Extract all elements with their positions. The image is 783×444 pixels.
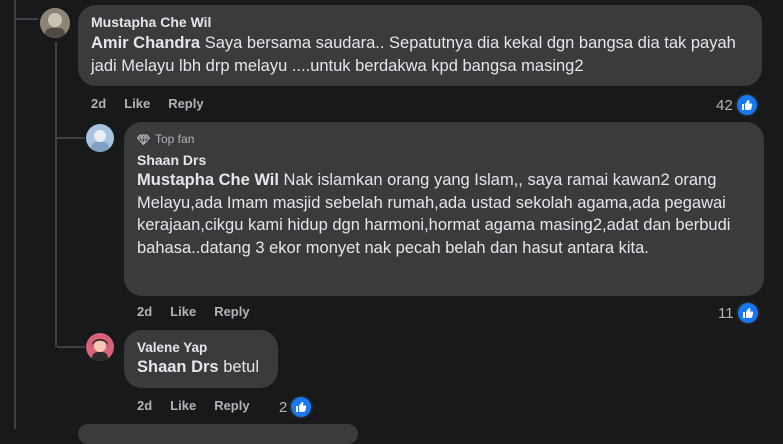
comment-text: Mustapha Che Wil Nak islamkan orang yang… — [137, 169, 751, 259]
mention-link[interactable]: Shaan Drs — [137, 358, 219, 376]
avatar-valene[interactable] — [86, 333, 114, 361]
like-icon — [734, 93, 759, 117]
reaction-count: 2 — [279, 398, 288, 416]
reaction-summary[interactable]: 42 — [716, 93, 759, 117]
comment-actions: 2d Like Reply — [91, 96, 222, 111]
top-fan-badge: Top fan — [137, 132, 751, 146]
reaction-count: 42 — [716, 96, 733, 114]
comment-actions: 2d Like Reply — [137, 304, 268, 319]
thread-connector-reply1 — [57, 137, 85, 139]
reply-button[interactable]: Reply — [168, 96, 203, 111]
mention-link[interactable]: Amir Chandra — [91, 34, 200, 52]
like-button[interactable]: Like — [170, 304, 196, 319]
reply-bubble: Valene Yap Shaan Drs betul — [124, 330, 278, 388]
timestamp[interactable]: 2d — [91, 96, 106, 111]
comment-text: Shaan Drs betul — [137, 356, 265, 379]
comment-author[interactable]: Shaan Drs — [137, 152, 751, 168]
comment-text: Amir Chandra Saya bersama saudara.. Sepa… — [91, 32, 749, 77]
like-icon — [735, 301, 760, 325]
reply-button[interactable]: Reply — [214, 398, 249, 413]
reaction-count: 11 — [718, 304, 734, 322]
thread-connector-reply2 — [57, 346, 85, 348]
mention-link[interactable]: Mustapha Che Wil — [137, 171, 279, 189]
thread-connector-first — [16, 18, 38, 20]
timestamp[interactable]: 2d — [137, 398, 152, 413]
thread-line-root — [14, 0, 16, 429]
comment-body: betul — [218, 358, 259, 376]
comment-author[interactable]: Mustapha Che Wil — [91, 14, 749, 30]
reply-button[interactable]: Reply — [214, 304, 249, 319]
reply-bubble: Top fan Shaan Drs Mustapha Che Wil Nak i… — [124, 122, 764, 296]
thread-line-replies — [55, 42, 57, 347]
comment-actions: 2d Like Reply — [137, 398, 268, 413]
timestamp[interactable]: 2d — [137, 304, 152, 319]
like-icon — [289, 395, 314, 419]
thread-connector-top — [14, 0, 16, 20]
avatar-mustapha[interactable] — [40, 8, 70, 38]
like-button[interactable]: Like — [124, 96, 150, 111]
avatar-shaan[interactable] — [86, 124, 114, 152]
reaction-summary[interactable]: 2 — [279, 395, 314, 419]
diamond-icon — [137, 133, 150, 145]
like-button[interactable]: Like — [170, 398, 196, 413]
reaction-summary[interactable]: 11 — [718, 301, 760, 325]
comment-author[interactable]: Valene Yap — [137, 340, 265, 355]
top-fan-label: Top fan — [155, 132, 195, 146]
comment-bubble: Mustapha Che Wil Amir Chandra Saya bersa… — [78, 5, 762, 86]
next-comment-bubble — [78, 424, 358, 444]
